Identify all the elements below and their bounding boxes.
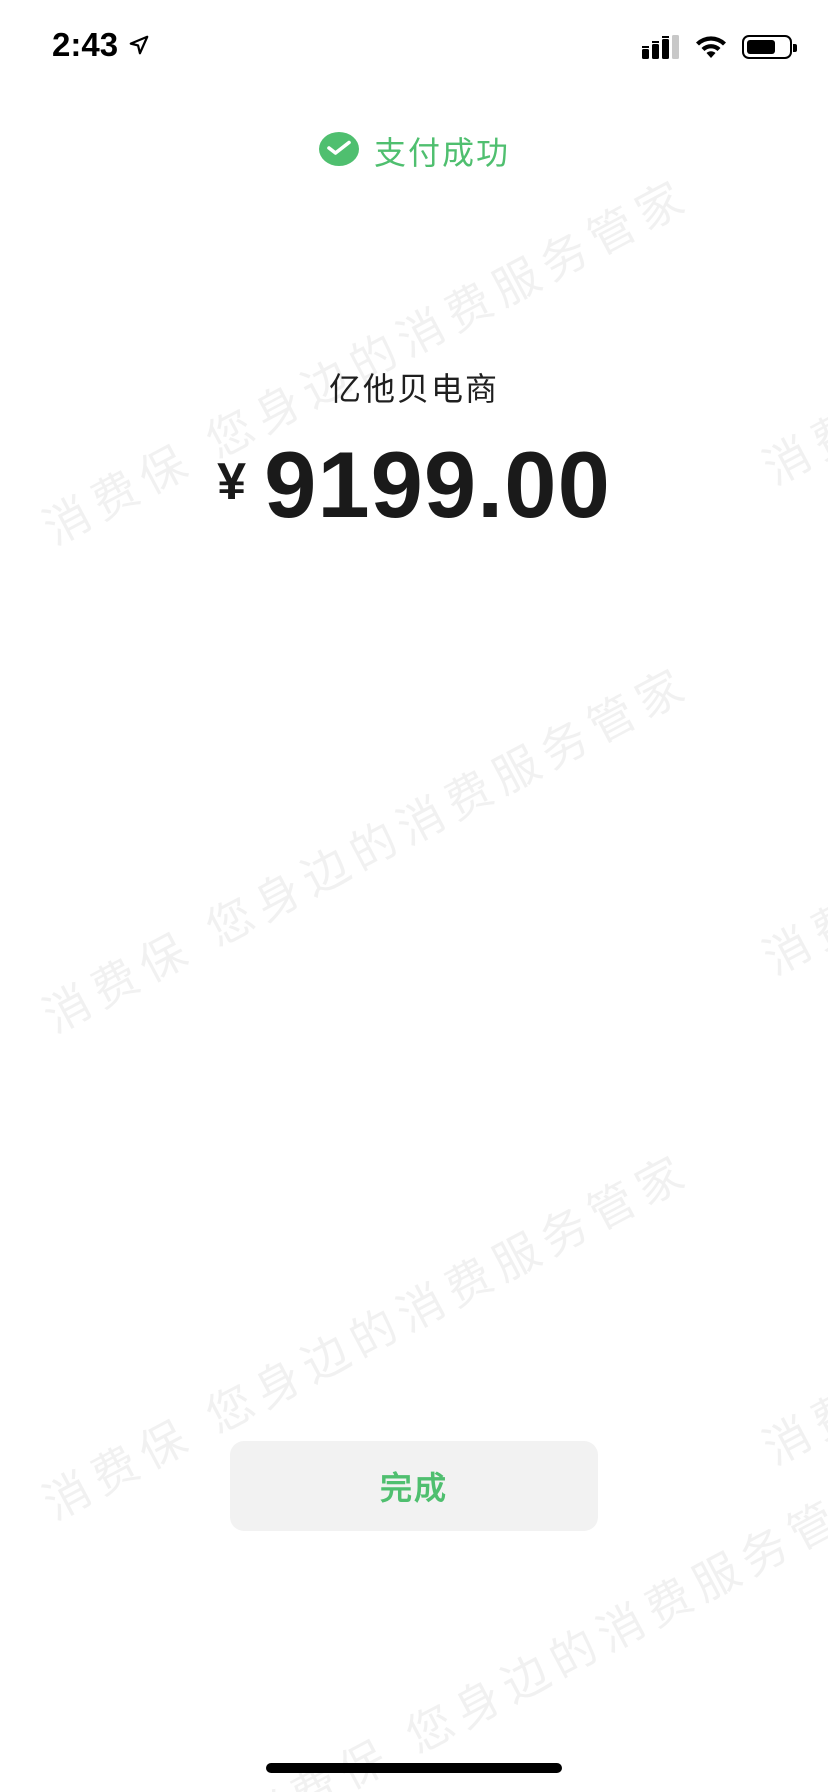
battery-level	[747, 40, 775, 54]
wifi-icon	[696, 36, 726, 58]
status-time-group: 2:43	[52, 26, 150, 64]
payment-success-header: 支付成功	[0, 128, 828, 174]
amount-value: 9199.00	[264, 432, 611, 537]
currency-symbol: ¥	[217, 453, 247, 511]
status-icons	[642, 34, 797, 60]
watermark-text: 消费保 您身边的消费服务管家	[34, 655, 700, 1044]
payment-status-text: 支付成功	[373, 134, 510, 172]
battery-cap	[793, 44, 797, 52]
status-bar: 2:43	[0, 0, 828, 98]
payment-success-screen: 消费保 您身边的消费服务管家 消费保 您身边的消费服务管家 消费保 您身边的消费…	[0, 0, 828, 1792]
battery-icon	[742, 35, 797, 59]
status-time: 2:43	[52, 26, 119, 63]
location-arrow-icon	[129, 35, 149, 55]
done-button[interactable]: 完成	[230, 1441, 598, 1531]
wechat-pay-icon	[318, 132, 359, 166]
watermark-fragment: 消费	[754, 887, 828, 986]
merchant-name: 亿他贝电商	[328, 370, 499, 408]
cellular-signal-icon	[642, 35, 679, 59]
home-indicator[interactable]	[266, 1763, 562, 1773]
payment-amount: ¥ 9199.00	[0, 438, 828, 532]
watermark-fragment: 消费	[754, 1377, 828, 1476]
